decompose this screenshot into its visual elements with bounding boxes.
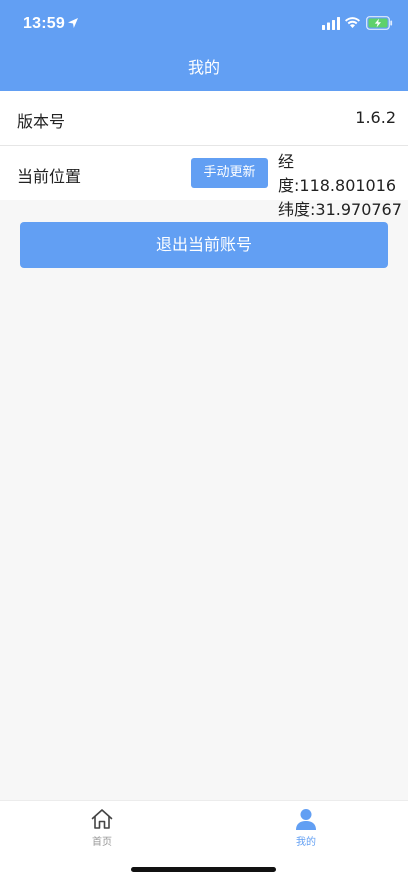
logout-button[interactable]: 退出当前账号 (20, 222, 388, 268)
tab-home-label: 首页 (92, 837, 112, 848)
coordinates: 经度:118.801016 纬度:31.970767 (278, 150, 408, 222)
user-icon (296, 809, 316, 830)
location-row: 当前位置 手动更新 经度:118.801016 纬度:31.970767 (0, 146, 408, 219)
longitude-value: 经度:118.801016 (278, 152, 397, 195)
location-label: 当前位置 (17, 167, 82, 186)
manual-update-button[interactable]: 手动更新 (191, 158, 268, 188)
tab-mine-label: 我的 (296, 837, 316, 848)
version-label: 版本号 (17, 112, 66, 131)
tab-home[interactable]: 首页 (62, 807, 142, 848)
latitude-value: 纬度:31.970767 (278, 200, 402, 219)
version-value: 1.6.2 (355, 108, 396, 127)
battery-charging-icon (366, 16, 393, 30)
cellular-signal-icon (322, 17, 340, 30)
tab-mine[interactable]: 我的 (266, 807, 346, 848)
wifi-icon (345, 17, 360, 28)
top-bar: 13:59 我的 (0, 0, 408, 91)
home-indicator (131, 867, 276, 872)
page-title: 我的 (187, 58, 220, 77)
version-row: 版本号 1.6.2 (0, 91, 408, 146)
status-bar: 13:59 (0, 0, 408, 50)
status-time: 13:59 (23, 15, 65, 32)
home-icon (91, 809, 113, 829)
location-arrow-icon (68, 18, 78, 28)
